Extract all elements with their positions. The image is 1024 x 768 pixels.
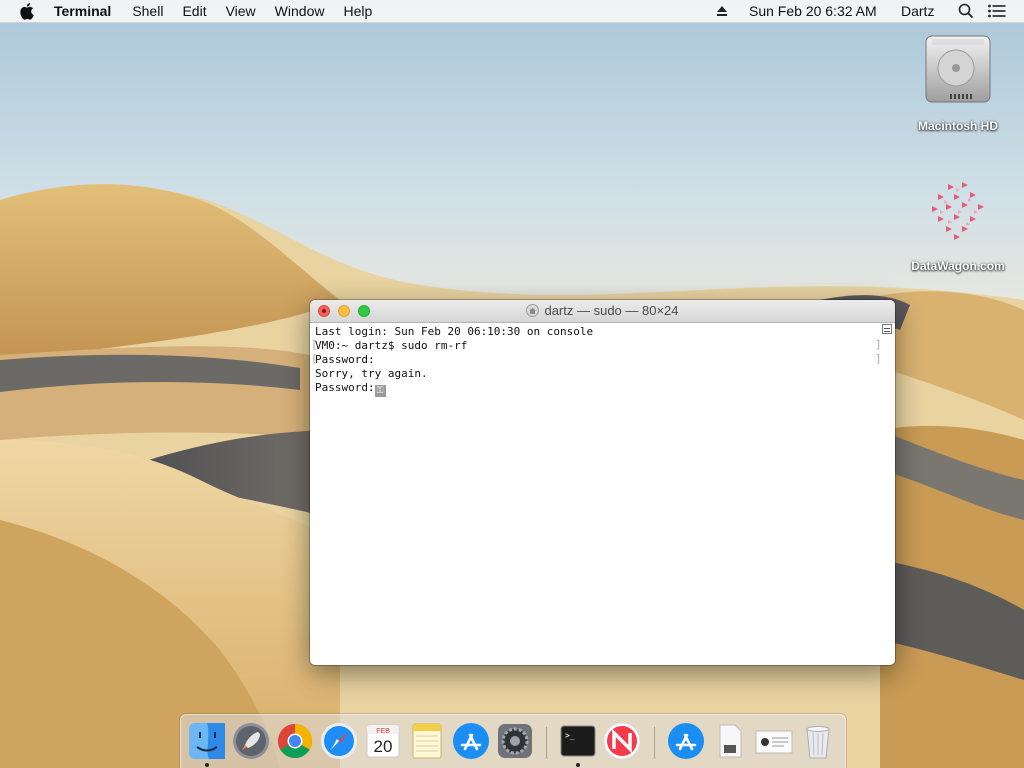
split-pane-icon[interactable] [882, 324, 892, 334]
terminal-output[interactable]: Last login: Sun Feb 20 06:10:30 on conso… [310, 323, 895, 665]
desktop-icon-datawagon[interactable]: DataWagon.com [903, 170, 1013, 273]
mark-bracket-icon: [ [311, 352, 318, 365]
chrome-icon[interactable] [275, 721, 315, 761]
calendar-icon[interactable]: FEB 20 [363, 721, 403, 761]
menu-help[interactable]: Help [343, 3, 372, 19]
terminal-line: VM0:~ dartz$ sudo rm-rf [315, 339, 468, 352]
launchpad-icon[interactable] [231, 721, 271, 761]
terminal-icon[interactable]: >_ [558, 721, 598, 761]
hard-drive-icon [925, 35, 991, 103]
menubar-user[interactable]: Dartz [901, 3, 934, 19]
home-folder-icon [526, 304, 540, 317]
svg-text:20: 20 [374, 737, 393, 756]
running-indicator [205, 763, 209, 767]
window-title: dartz — sudo — 80×24 [310, 303, 895, 318]
menu-edit[interactable]: Edit [182, 3, 206, 19]
dock: FEB 20 >_ [180, 714, 846, 768]
desktop-icon-label: Macintosh HD [917, 119, 998, 133]
terminal-line: Password: [315, 353, 375, 366]
preview-icon[interactable] [754, 721, 794, 761]
menu-app-terminal[interactable]: Terminal [54, 3, 111, 19]
dock-separator [546, 727, 547, 759]
mark-bracket-icon: ] [875, 338, 882, 351]
terminal-line: Sorry, try again. [315, 367, 428, 380]
eject-icon[interactable] [716, 5, 728, 17]
trash-icon[interactable] [798, 721, 838, 761]
running-indicator [576, 763, 580, 767]
app-store-icon[interactable] [451, 721, 491, 761]
menu-view[interactable]: View [226, 3, 256, 19]
news-icon[interactable] [602, 721, 642, 761]
menu-window[interactable]: Window [275, 3, 325, 19]
desktop-icon-label: DataWagon.com [911, 259, 1005, 273]
terminal-line: Password: [315, 381, 375, 394]
terminal-line: Last login: Sun Feb 20 06:10:30 on conso… [315, 325, 594, 338]
password-key-cursor-icon: ⚿ [374, 385, 386, 397]
datawagon-disk-icon [932, 182, 984, 240]
menubar-clock[interactable]: Sun Feb 20 6:32 AM [749, 3, 877, 19]
mark-bracket-icon: [ [311, 338, 318, 351]
document-icon[interactable] [710, 721, 750, 761]
finder-icon[interactable] [187, 721, 227, 761]
app-store-downloads-icon[interactable] [666, 721, 706, 761]
safari-icon[interactable] [319, 721, 359, 761]
window-titlebar[interactable]: dartz — sudo — 80×24 [310, 300, 895, 323]
desktop: Terminal Shell Edit View Window Help Sun… [0, 0, 1024, 768]
menu-bar: Terminal Shell Edit View Window Help Sun… [0, 0, 1024, 23]
notification-center-icon[interactable] [988, 4, 1006, 18]
system-preferences-icon[interactable] [495, 721, 535, 761]
terminal-window[interactable]: dartz — sudo — 80×24 Last login: Sun Feb… [310, 300, 895, 665]
svg-text:FEB: FEB [376, 728, 390, 735]
spotlight-search-icon[interactable] [958, 3, 974, 19]
desktop-icon-macintosh-hd[interactable]: Macintosh HD [903, 30, 1013, 133]
dock-separator [654, 727, 655, 759]
mark-bracket-icon: ] [875, 352, 882, 365]
svg-text:>_: >_ [565, 731, 575, 740]
notes-icon[interactable] [407, 721, 447, 761]
apple-menu-icon[interactable] [20, 2, 36, 20]
menu-shell[interactable]: Shell [132, 3, 163, 19]
terminal-prompt-line: Password: ⚿ [315, 381, 890, 397]
window-title-text: dartz — sudo — 80×24 [544, 303, 679, 318]
